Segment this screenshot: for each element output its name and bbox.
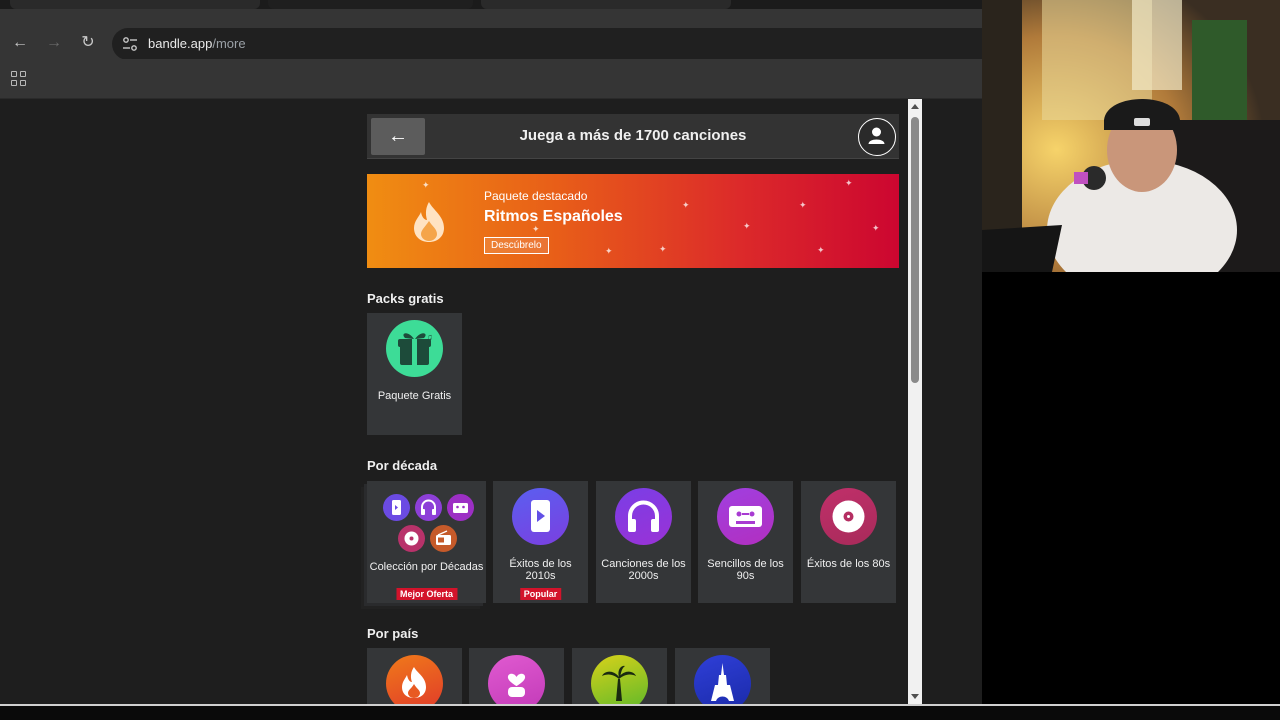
pack-card-2000s[interactable]: Canciones de los 2000s bbox=[596, 481, 691, 603]
pack-label: Éxitos de los 2010s bbox=[509, 558, 572, 582]
phone-icon bbox=[383, 494, 410, 521]
taskbar-strip bbox=[0, 704, 1280, 720]
flame-icon bbox=[414, 202, 444, 242]
pack-card-country[interactable] bbox=[469, 648, 564, 704]
url-text: bandle.app/more bbox=[148, 36, 246, 51]
reload-icon[interactable]: ↻ bbox=[78, 33, 98, 53]
pack-label: Paquete Gratis bbox=[377, 390, 452, 402]
scrollbar-thumb[interactable] bbox=[911, 117, 919, 383]
status-badge: Popular bbox=[519, 588, 562, 600]
pack-card-country[interactable] bbox=[367, 648, 462, 704]
url-path: /more bbox=[212, 36, 246, 51]
browser-tab-active[interactable] bbox=[268, 0, 473, 9]
cassette-icon bbox=[447, 494, 474, 521]
pack-card-2010s[interactable]: Éxitos de los 2010s Popular bbox=[493, 481, 588, 603]
svg-text:♫: ♫ bbox=[426, 332, 433, 342]
browser-tab[interactable] bbox=[481, 0, 731, 9]
status-badge: Mejor Oferta bbox=[395, 588, 458, 600]
apps-grid-icon[interactable] bbox=[11, 71, 27, 87]
pack-label: Canciones de los 2000s bbox=[601, 558, 686, 582]
pack-card-90s[interactable]: Sencillos de los 90s bbox=[698, 481, 793, 603]
featured-name: Ritmos Españoles bbox=[484, 208, 623, 225]
section-title-decades: Por década bbox=[367, 458, 438, 473]
scroll-up-arrow-icon[interactable] bbox=[911, 104, 919, 109]
flame-icon bbox=[386, 655, 443, 704]
featured-kicker: Paquete destacado bbox=[484, 189, 588, 203]
forward-nav-icon[interactable]: → bbox=[44, 33, 64, 53]
pack-label: Colección por Décadas bbox=[369, 561, 484, 573]
pack-card-free[interactable]: ♫ Paquete Gratis bbox=[367, 313, 462, 435]
pack-card-decade-collection[interactable]: Colección por Décadas Mejor Oferta bbox=[367, 481, 486, 603]
vinyl-icon bbox=[820, 488, 877, 545]
webcam-feed-image bbox=[982, 0, 1280, 272]
discover-button[interactable]: Descúbrelo bbox=[484, 237, 549, 254]
pack-card-country[interactable] bbox=[675, 648, 770, 704]
headphones-icon bbox=[415, 494, 442, 521]
screen: ← → ↻ bandle.app/more ← Juega a más de 1… bbox=[0, 0, 1280, 720]
back-nav-icon[interactable]: ← bbox=[10, 33, 30, 53]
app-header: ← Juega a más de 1700 canciones bbox=[367, 114, 899, 159]
heart-hand-icon bbox=[488, 655, 545, 704]
pack-label: Éxitos de los 80s bbox=[806, 558, 891, 570]
featured-pack-banner[interactable]: ✦ ✦ ✦ ✦ ✦ ✦ ✦ ✦ ✦ ✦ Paquete destacado Ri… bbox=[367, 174, 899, 268]
webcam-overlay bbox=[982, 0, 1280, 272]
gift-icon: ♫ bbox=[386, 320, 443, 377]
scroll-down-arrow-icon[interactable] bbox=[911, 694, 919, 699]
pack-card-country[interactable] bbox=[572, 648, 667, 704]
eiffel-tower-icon bbox=[694, 655, 751, 704]
url-host: bandle.app bbox=[148, 36, 213, 51]
radio-icon bbox=[430, 525, 457, 552]
bookmarks-bar bbox=[0, 59, 982, 99]
page-title: Juega a más de 1700 canciones bbox=[519, 127, 747, 144]
cassette-icon bbox=[717, 488, 774, 545]
page-scrollbar[interactable] bbox=[908, 99, 922, 704]
site-settings-icon[interactable] bbox=[122, 36, 138, 52]
profile-button[interactable] bbox=[858, 118, 896, 156]
pack-label: Sencillos de los 90s bbox=[707, 558, 784, 582]
phone-icon bbox=[512, 488, 569, 545]
headphones-icon bbox=[615, 488, 672, 545]
pack-card-80s[interactable]: Éxitos de los 80s bbox=[801, 481, 896, 603]
browser-tab[interactable] bbox=[10, 0, 260, 9]
palm-tree-icon bbox=[591, 655, 648, 704]
section-title-free-packs: Packs gratis bbox=[367, 291, 444, 306]
address-bar[interactable]: bandle.app/more bbox=[112, 28, 982, 60]
vinyl-icon bbox=[398, 525, 425, 552]
user-icon bbox=[868, 127, 885, 144]
section-title-countries: Por país bbox=[367, 626, 419, 641]
tab-strip bbox=[0, 0, 982, 9]
